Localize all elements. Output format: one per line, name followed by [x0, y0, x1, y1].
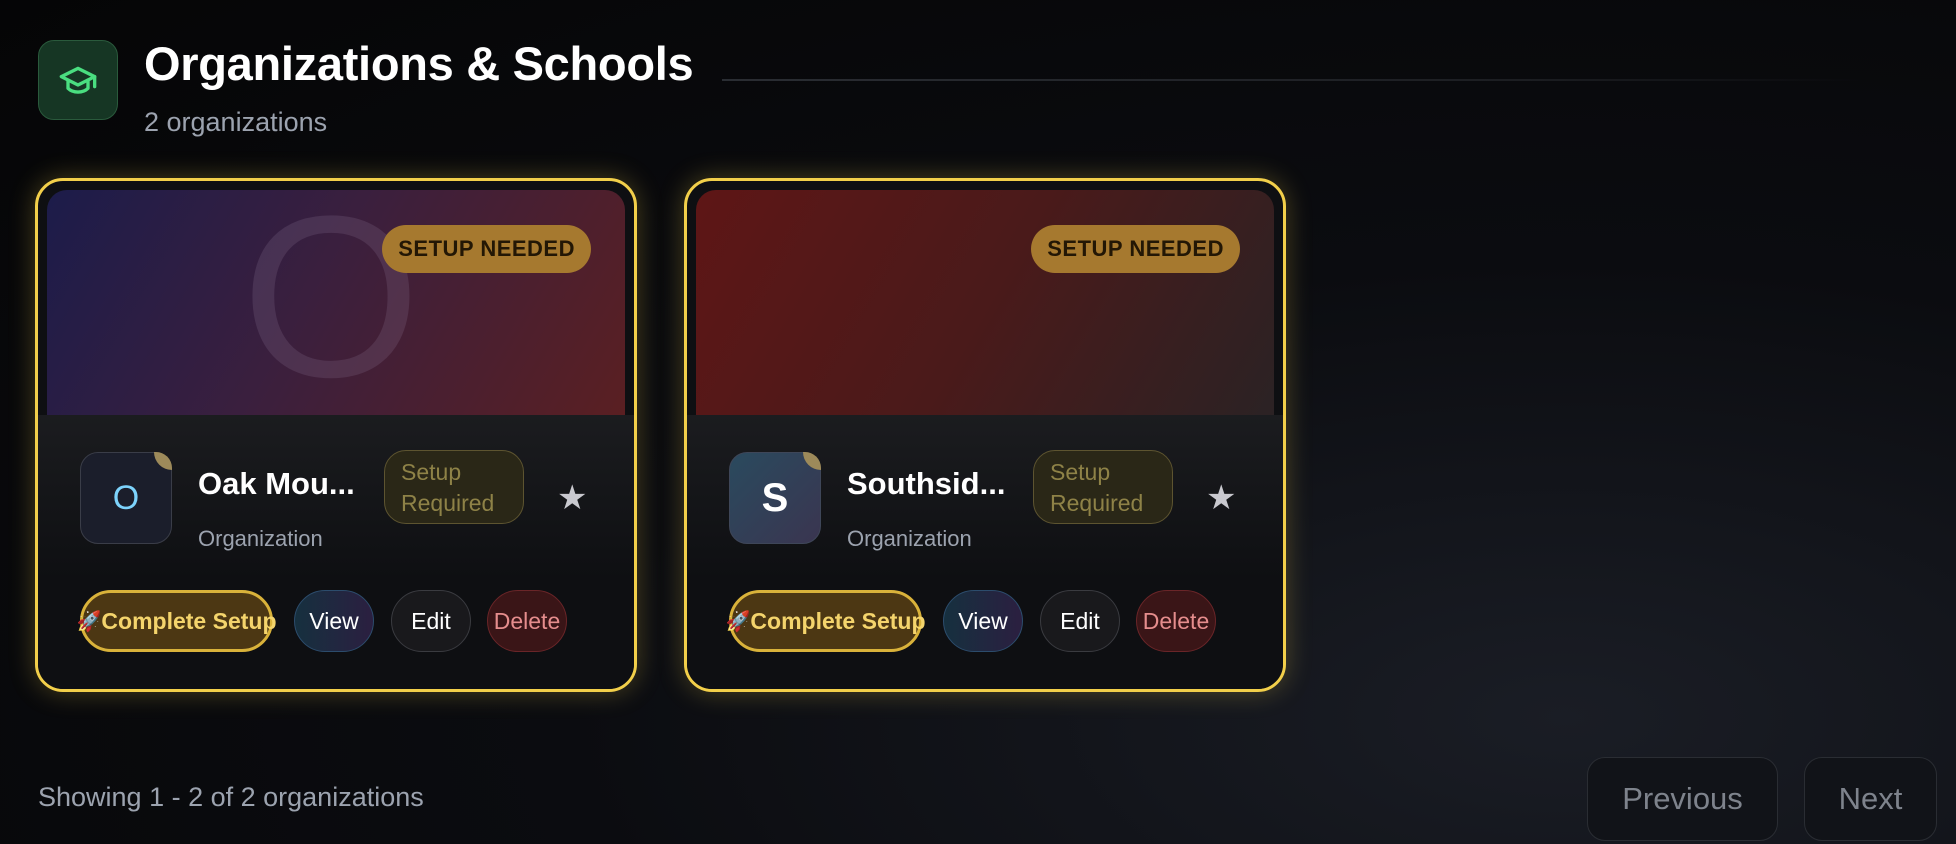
page-title: Organizations & Schools: [144, 37, 694, 90]
edit-button[interactable]: Edit: [391, 590, 471, 652]
organization-name: Oak Mou...: [198, 466, 355, 501]
organization-count: 2 organizations: [144, 107, 328, 137]
view-button[interactable]: View: [294, 590, 374, 652]
organization-type: Organization: [847, 526, 972, 551]
setup-needed-badge: SETUP NEEDED: [382, 225, 591, 273]
setup-required-line1: Setup: [401, 459, 462, 485]
avatar: O: [80, 452, 172, 544]
pagination-summary: Showing 1 - 2 of 2 organizations: [38, 782, 424, 812]
edit-button[interactable]: Edit: [1040, 590, 1120, 652]
previous-page-button[interactable]: Previous: [1587, 757, 1778, 841]
setup-required-line2: Required: [401, 490, 495, 516]
organization-type: Organization: [198, 526, 323, 551]
complete-setup-label: Complete Setup: [750, 607, 926, 634]
avatar-corner: [803, 452, 821, 470]
next-page-button[interactable]: Next: [1804, 757, 1937, 841]
avatar-letter: S: [761, 475, 789, 520]
card-banner: O SETUP NEEDED: [47, 190, 625, 415]
rocket-icon: 🚀: [725, 610, 751, 633]
banner-watermark-letter: O: [241, 190, 421, 415]
setup-required-badge: Setup Required: [1033, 450, 1173, 524]
star-icon[interactable]: ★: [1206, 481, 1236, 515]
setup-required-badge: Setup Required: [384, 450, 524, 524]
complete-setup-button[interactable]: 🚀 Complete Setup: [725, 590, 926, 652]
setup-needed-badge: SETUP NEEDED: [1031, 225, 1240, 273]
organization-name: Southsid...: [847, 466, 1006, 501]
view-button[interactable]: View: [943, 590, 1023, 652]
organization-card[interactable]: O SETUP NEEDED O Oak Mou... Organization…: [35, 178, 637, 692]
avatar: S: [729, 452, 821, 544]
star-icon[interactable]: ★: [557, 481, 587, 515]
delete-button[interactable]: Delete: [487, 590, 567, 652]
complete-setup-label: Complete Setup: [101, 607, 277, 634]
setup-required-line2: Required: [1050, 490, 1144, 516]
graduation-cap-icon: [38, 40, 118, 120]
page-header: Organizations & Schools 2 organizations: [38, 37, 694, 138]
card-banner: SETUP NEEDED: [696, 190, 1274, 415]
rocket-icon: 🚀: [76, 610, 102, 633]
header-divider: [722, 79, 1862, 81]
delete-button[interactable]: Delete: [1136, 590, 1216, 652]
setup-required-line1: Setup: [1050, 459, 1111, 485]
complete-setup-button[interactable]: 🚀 Complete Setup: [76, 590, 277, 652]
avatar-corner: [154, 452, 172, 470]
organization-card[interactable]: SETUP NEEDED S Southsid... Organization …: [684, 178, 1286, 692]
avatar-letter: O: [112, 478, 140, 517]
